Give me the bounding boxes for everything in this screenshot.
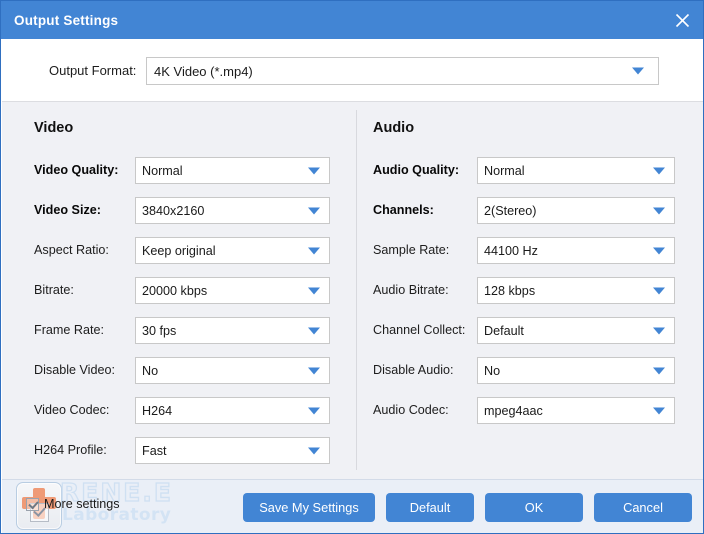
save-my-settings-button[interactable]: Save My Settings [243,493,375,522]
setting-row: Bitrate: 20000 kbps [2,272,356,312]
audio-rows: Audio Quality: Normal Channels: 2(Stereo) Sa… [357,152,703,432]
chevron-down-icon [308,207,320,214]
setting-value: No [142,363,159,378]
dialog-title: Output Settings [14,12,119,28]
setting-row: Aspect Ratio: Keep original [2,232,356,272]
setting-label: Disable Video: [34,363,115,377]
setting-label: Audio Codec: [373,403,449,417]
setting-row: Disable Video: No [2,352,356,392]
chevron-down-icon [653,367,665,374]
setting-select[interactable]: 20000 kbps [135,277,330,304]
setting-value: Default [484,323,524,338]
setting-label: Video Size: [34,203,101,217]
setting-value: mpeg4aac [484,403,543,418]
setting-value: 44100 Hz [484,243,538,258]
setting-select[interactable]: mpeg4aac [477,397,675,424]
setting-value: 20000 kbps [142,283,208,298]
setting-select[interactable]: 128 kbps [477,277,675,304]
setting-label: Audio Bitrate: [373,283,449,297]
setting-value: No [484,363,501,378]
setting-select[interactable]: Normal [135,157,330,184]
audio-section-title: Audio [373,120,415,136]
chevron-down-icon [653,287,665,294]
chevron-down-icon [308,287,320,294]
dialog-footer: RENE.E Laboratory More settings Save My … [2,477,703,533]
setting-select[interactable]: Keep original [135,237,330,264]
setting-row: Audio Quality: Normal [357,152,703,192]
chevron-down-icon [653,407,665,414]
setting-select[interactable]: 30 fps [135,317,330,344]
output-settings-dialog: Output Settings Output Format: 4K Video … [0,0,704,534]
chevron-down-icon [308,327,320,334]
ok-button[interactable]: OK [485,493,583,522]
chevron-down-icon [632,67,644,75]
setting-row: Video Size: 3840x2160 [2,192,356,232]
setting-select[interactable]: 2(Stereo) [477,197,675,224]
checkbox-checked-icon [26,497,39,511]
setting-select[interactable]: Normal [477,157,675,184]
chevron-down-icon [308,407,320,414]
setting-label: Aspect Ratio: [34,243,109,257]
chevron-down-icon [308,367,320,374]
setting-select[interactable]: No [477,357,675,384]
setting-label: H264 Profile: [34,443,107,457]
setting-select[interactable]: Fast [135,437,330,464]
chevron-down-icon [653,207,665,214]
chevron-down-icon [653,247,665,254]
setting-value: 3840x2160 [142,203,205,218]
setting-value: H264 [142,403,173,418]
setting-row: Video Quality: Normal [2,152,356,192]
more-settings-label: More settings [44,497,120,511]
setting-row: Disable Audio: No [357,352,703,392]
close-button[interactable] [669,7,695,33]
cancel-button[interactable]: Cancel [594,493,692,522]
setting-value: 30 fps [142,323,177,338]
setting-label: Video Quality: [34,163,119,177]
setting-label: Audio Quality: [373,163,460,177]
chevron-down-icon [308,447,320,454]
setting-select[interactable]: No [135,357,330,384]
video-section-title: Video [34,120,74,136]
setting-label: Video Codec: [34,403,110,417]
setting-select[interactable]: Default [477,317,675,344]
output-format-select[interactable]: 4K Video (*.mp4) [146,57,659,85]
setting-label: Channels: [373,203,434,217]
setting-row: Frame Rate: 30 fps [2,312,356,352]
setting-select[interactable]: H264 [135,397,330,424]
setting-label: Channel Collect: [373,323,466,337]
setting-value: Fast [142,443,167,458]
setting-label: Bitrate: [34,283,74,297]
setting-row: Video Codec: H264 [2,392,356,432]
footer-button-group: Save My Settings Default OK Cancel [243,493,692,522]
setting-value: Keep original [142,243,216,258]
more-settings-checkbox[interactable]: More settings [26,497,120,511]
setting-select[interactable]: 44100 Hz [477,237,675,264]
chevron-down-icon [308,247,320,254]
setting-row: Audio Codec: mpeg4aac [357,392,703,432]
settings-panels: Video Video Quality: Normal Video Size: 384… [2,101,703,479]
setting-value: 128 kbps [484,283,536,298]
setting-row: Audio Bitrate: 128 kbps [357,272,703,312]
setting-label: Frame Rate: [34,323,104,337]
setting-row: Sample Rate: 44100 Hz [357,232,703,272]
default-button[interactable]: Default [386,493,474,522]
setting-value: Normal [142,163,183,178]
output-format-value: 4K Video (*.mp4) [154,63,253,79]
setting-select[interactable]: 3840x2160 [135,197,330,224]
setting-label: Disable Audio: [373,363,454,377]
setting-value: 2(Stereo) [484,203,537,218]
setting-label: Sample Rate: [373,243,450,257]
setting-row: H264 Profile: Fast [2,432,356,472]
chevron-down-icon [308,167,320,174]
output-format-label: Output Format: [49,62,137,78]
chevron-down-icon [653,167,665,174]
setting-value: Normal [484,163,525,178]
setting-row: Channels: 2(Stereo) [357,192,703,232]
video-rows: Video Quality: Normal Video Size: 3840x2160… [2,152,356,472]
close-icon [675,13,689,27]
chevron-down-icon [653,327,665,334]
setting-row: Channel Collect: Default [357,312,703,352]
dialog-titlebar: Output Settings [1,1,703,39]
